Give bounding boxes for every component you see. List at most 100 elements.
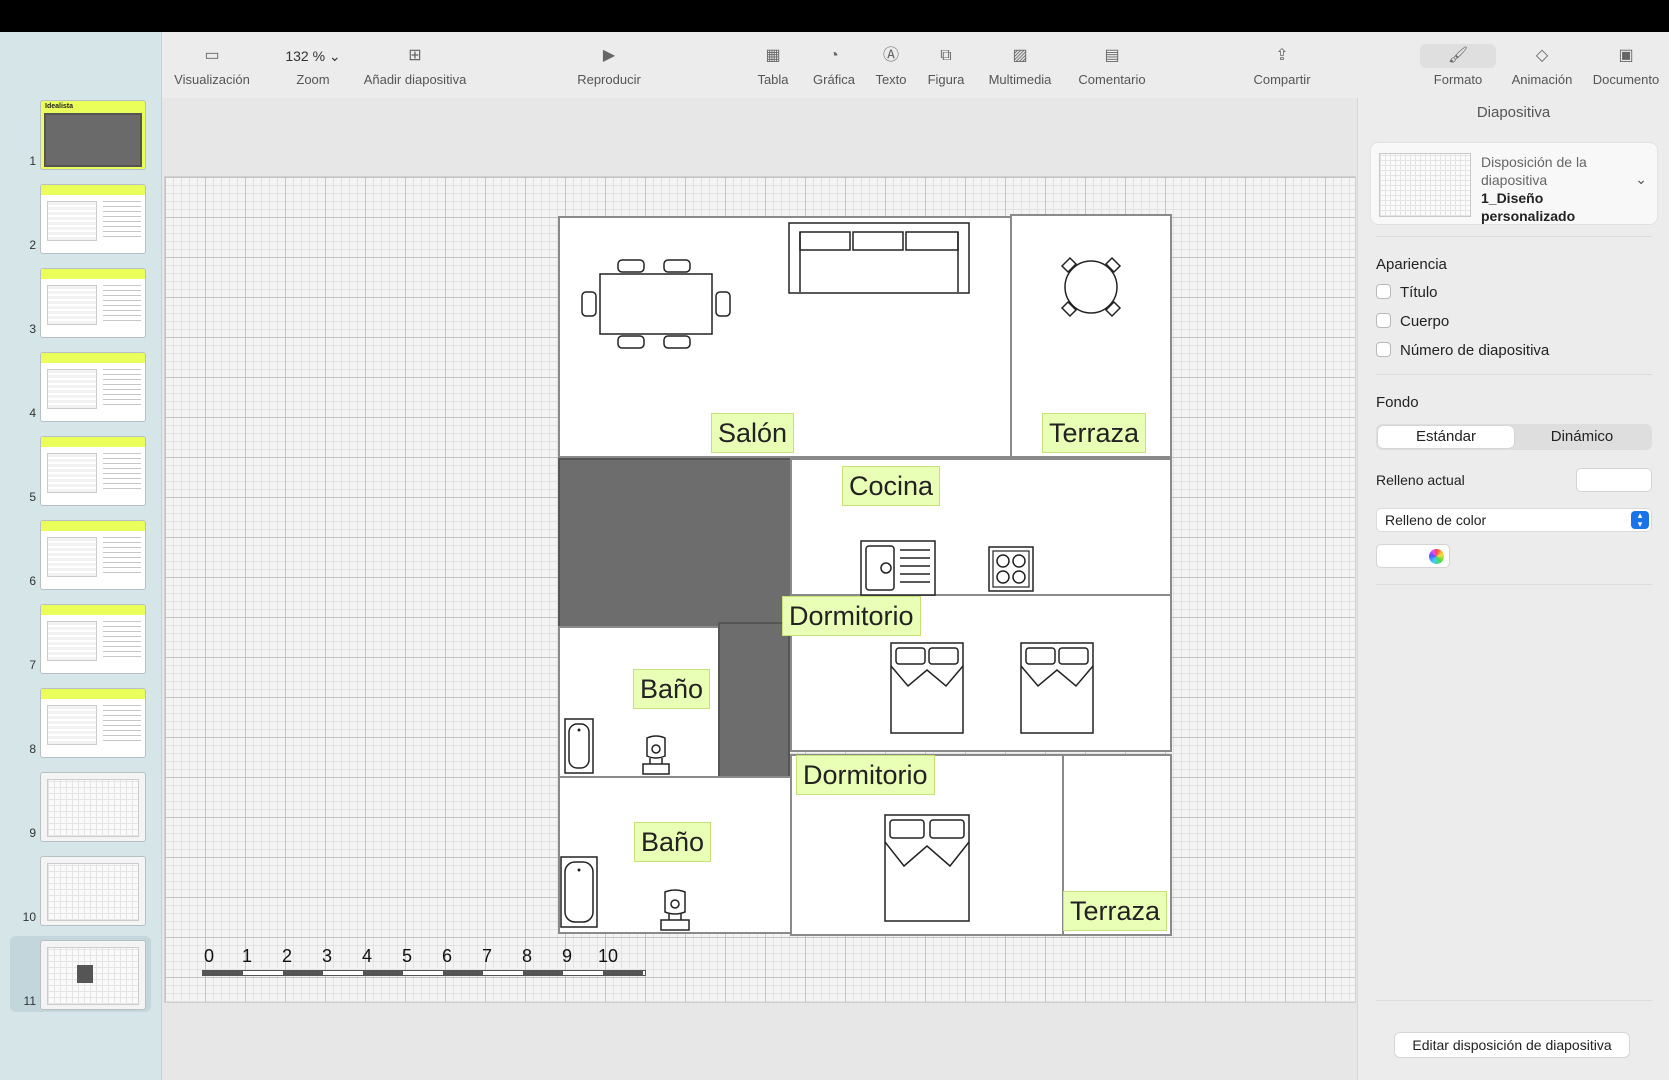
slide-thumbnail[interactable] — [40, 856, 146, 926]
document-icon: ▣ — [1618, 47, 1634, 64]
slide-thumb-row[interactable]: 2 — [0, 180, 162, 256]
slide-thumbnail[interactable] — [40, 772, 146, 842]
divider — [1376, 236, 1652, 237]
share-button[interactable]: ⇪ Compartir — [1244, 44, 1320, 87]
slide-number: 3 — [29, 322, 36, 336]
text-button[interactable]: Ⓐ Texto — [866, 44, 916, 87]
edit-layout-button[interactable]: Editar disposición de diapositiva — [1394, 1032, 1630, 1058]
checkbox[interactable] — [1376, 342, 1391, 357]
slide-thumb-row[interactable]: 3 — [0, 264, 162, 340]
zoom-button[interactable]: 132 % ⌄ Zoom — [270, 44, 356, 87]
layout-name: 1_Diseño personalizado — [1481, 190, 1576, 224]
slide-navigator[interactable]: 1 Idealista 2 3 4 5 6 7 8 9 10 11 — [0, 32, 162, 1080]
sink-icon[interactable] — [860, 540, 936, 596]
play-button[interactable]: ▶ Reproducir — [564, 44, 654, 87]
bathtub-icon[interactable] — [564, 718, 594, 774]
label-bano-1[interactable]: Baño — [633, 669, 711, 709]
select-arrows-icon: ▴ ▾ — [1631, 511, 1649, 529]
slide-number: 9 — [29, 826, 36, 840]
slide-number: 4 — [29, 406, 36, 420]
slide-thumbnail[interactable] — [40, 688, 146, 758]
label-cocina[interactable]: Cocina — [842, 466, 941, 506]
slide-thumb-row[interactable]: 10 — [0, 852, 162, 928]
table-button[interactable]: ▦ Tabla — [748, 44, 798, 87]
toolbar: ▭ Visualización 132 % ⌄ Zoom ⊞ Añadir di… — [162, 32, 1669, 98]
toilet-icon[interactable] — [658, 889, 692, 932]
checkbox[interactable] — [1376, 313, 1391, 328]
checkbox[interactable] — [1376, 284, 1391, 299]
section-apariencia: Apariencia — [1376, 256, 1447, 273]
color-wheel-icon[interactable] — [1429, 549, 1444, 564]
segment-estandar[interactable]: Estándar — [1378, 426, 1514, 448]
document-button[interactable]: ▣ Documento — [1586, 44, 1666, 87]
slide-thumb-title: Idealista — [45, 103, 74, 110]
comment-button[interactable]: ▤ Comentario — [1064, 44, 1160, 87]
checkbox-cuerpo[interactable]: Cuerpo — [1376, 313, 1449, 330]
slide-number: 6 — [29, 574, 36, 588]
view-button[interactable]: ▭ Visualización — [172, 44, 252, 87]
label-bano-2[interactable]: Baño — [634, 822, 712, 862]
scale-tick-label: 4 — [362, 946, 373, 966]
slide-thumbnail[interactable] — [40, 268, 146, 338]
slide-thumbnail[interactable]: Idealista — [40, 100, 146, 170]
stove-icon[interactable] — [988, 546, 1034, 592]
slide-thumbnail[interactable] — [40, 184, 146, 254]
color-well[interactable] — [1376, 544, 1450, 568]
label-terraza-bottom[interactable]: Terraza — [1063, 891, 1168, 931]
scale-numbers[interactable]: 0 1 2 3 4 5 6 7 8 9 10 — [198, 946, 658, 972]
slide-thumb-row[interactable]: 7 — [0, 600, 162, 676]
dining-table-icon[interactable] — [581, 258, 732, 350]
background-segmented-control[interactable]: Estándar Dinámico — [1376, 424, 1652, 450]
divider — [1376, 584, 1652, 585]
wall-block-dark[interactable] — [718, 622, 790, 778]
slide-thumbnail[interactable] — [40, 940, 146, 1010]
round-table-icon[interactable] — [1056, 252, 1126, 322]
fill-type-select[interactable]: Relleno de color ▴ ▾ — [1376, 508, 1652, 532]
segment-dinamico[interactable]: Dinámico — [1514, 426, 1650, 448]
double-bed-icon[interactable] — [890, 642, 964, 734]
play-icon: ▶ — [602, 47, 616, 64]
thumb-dark-block — [44, 113, 142, 167]
slide-thumb-row[interactable]: 4 — [0, 348, 162, 424]
shape-button[interactable]: ⧉ Figura — [918, 44, 974, 87]
scale-tick-label: 6 — [442, 946, 453, 966]
slide-thumbnail[interactable] — [40, 352, 146, 422]
section-fondo: Fondo — [1376, 394, 1419, 411]
slide-number: 7 — [29, 658, 36, 672]
bathtub-icon[interactable] — [560, 856, 598, 928]
divider — [1376, 374, 1652, 375]
slide-number: 10 — [22, 910, 36, 924]
slide-thumbnail[interactable] — [40, 520, 146, 590]
chevron-down-icon: ⌄ — [1635, 171, 1647, 187]
wall-block-dark[interactable] — [558, 458, 792, 628]
label-dormitorio-1[interactable]: Dormitorio — [782, 596, 921, 636]
sofa-icon[interactable] — [788, 222, 970, 294]
layout-thumbnail — [1379, 153, 1471, 217]
slide-layout-selector[interactable]: Disposición de la diapositiva 1_Diseño p… — [1370, 142, 1658, 225]
double-bed-icon[interactable] — [1020, 642, 1094, 734]
label-dormitorio-2[interactable]: Dormitorio — [796, 755, 935, 795]
animation-button[interactable]: ◇ Animación — [1502, 44, 1582, 87]
slide-thumb-row[interactable]: 9 — [0, 768, 162, 844]
label-terraza-top[interactable]: Terraza — [1042, 413, 1147, 453]
slide-thumbnail[interactable] — [40, 604, 146, 674]
double-bed-icon[interactable] — [884, 814, 970, 922]
chart-button[interactable]: ◔ Gráfica — [804, 44, 864, 87]
current-fill-swatch[interactable] — [1576, 468, 1652, 492]
slide-thumb-row[interactable]: 1 Idealista — [0, 96, 162, 172]
checkbox-numero[interactable]: Número de diapositiva — [1376, 342, 1549, 359]
toilet-icon[interactable] — [640, 735, 672, 776]
divider — [1376, 1000, 1652, 1001]
media-button[interactable]: ▨ Multimedia — [978, 44, 1062, 87]
scale-bar[interactable] — [202, 970, 646, 976]
slide-thumb-row[interactable]: 8 — [0, 684, 162, 760]
checkbox-titulo[interactable]: Título — [1376, 284, 1438, 301]
add-slide-button[interactable]: ⊞ Añadir diapositiva — [350, 44, 480, 87]
format-button[interactable]: 🖌 Formato — [1420, 44, 1496, 87]
slide-thumb-row-selected[interactable]: 11 — [10, 936, 151, 1012]
zoom-value: 132 % ⌄ — [285, 48, 341, 64]
slide-thumbnail[interactable] — [40, 436, 146, 506]
slide-thumb-row[interactable]: 6 — [0, 516, 162, 592]
slide-thumb-row[interactable]: 5 — [0, 432, 162, 508]
label-salon[interactable]: Salón — [711, 413, 795, 453]
